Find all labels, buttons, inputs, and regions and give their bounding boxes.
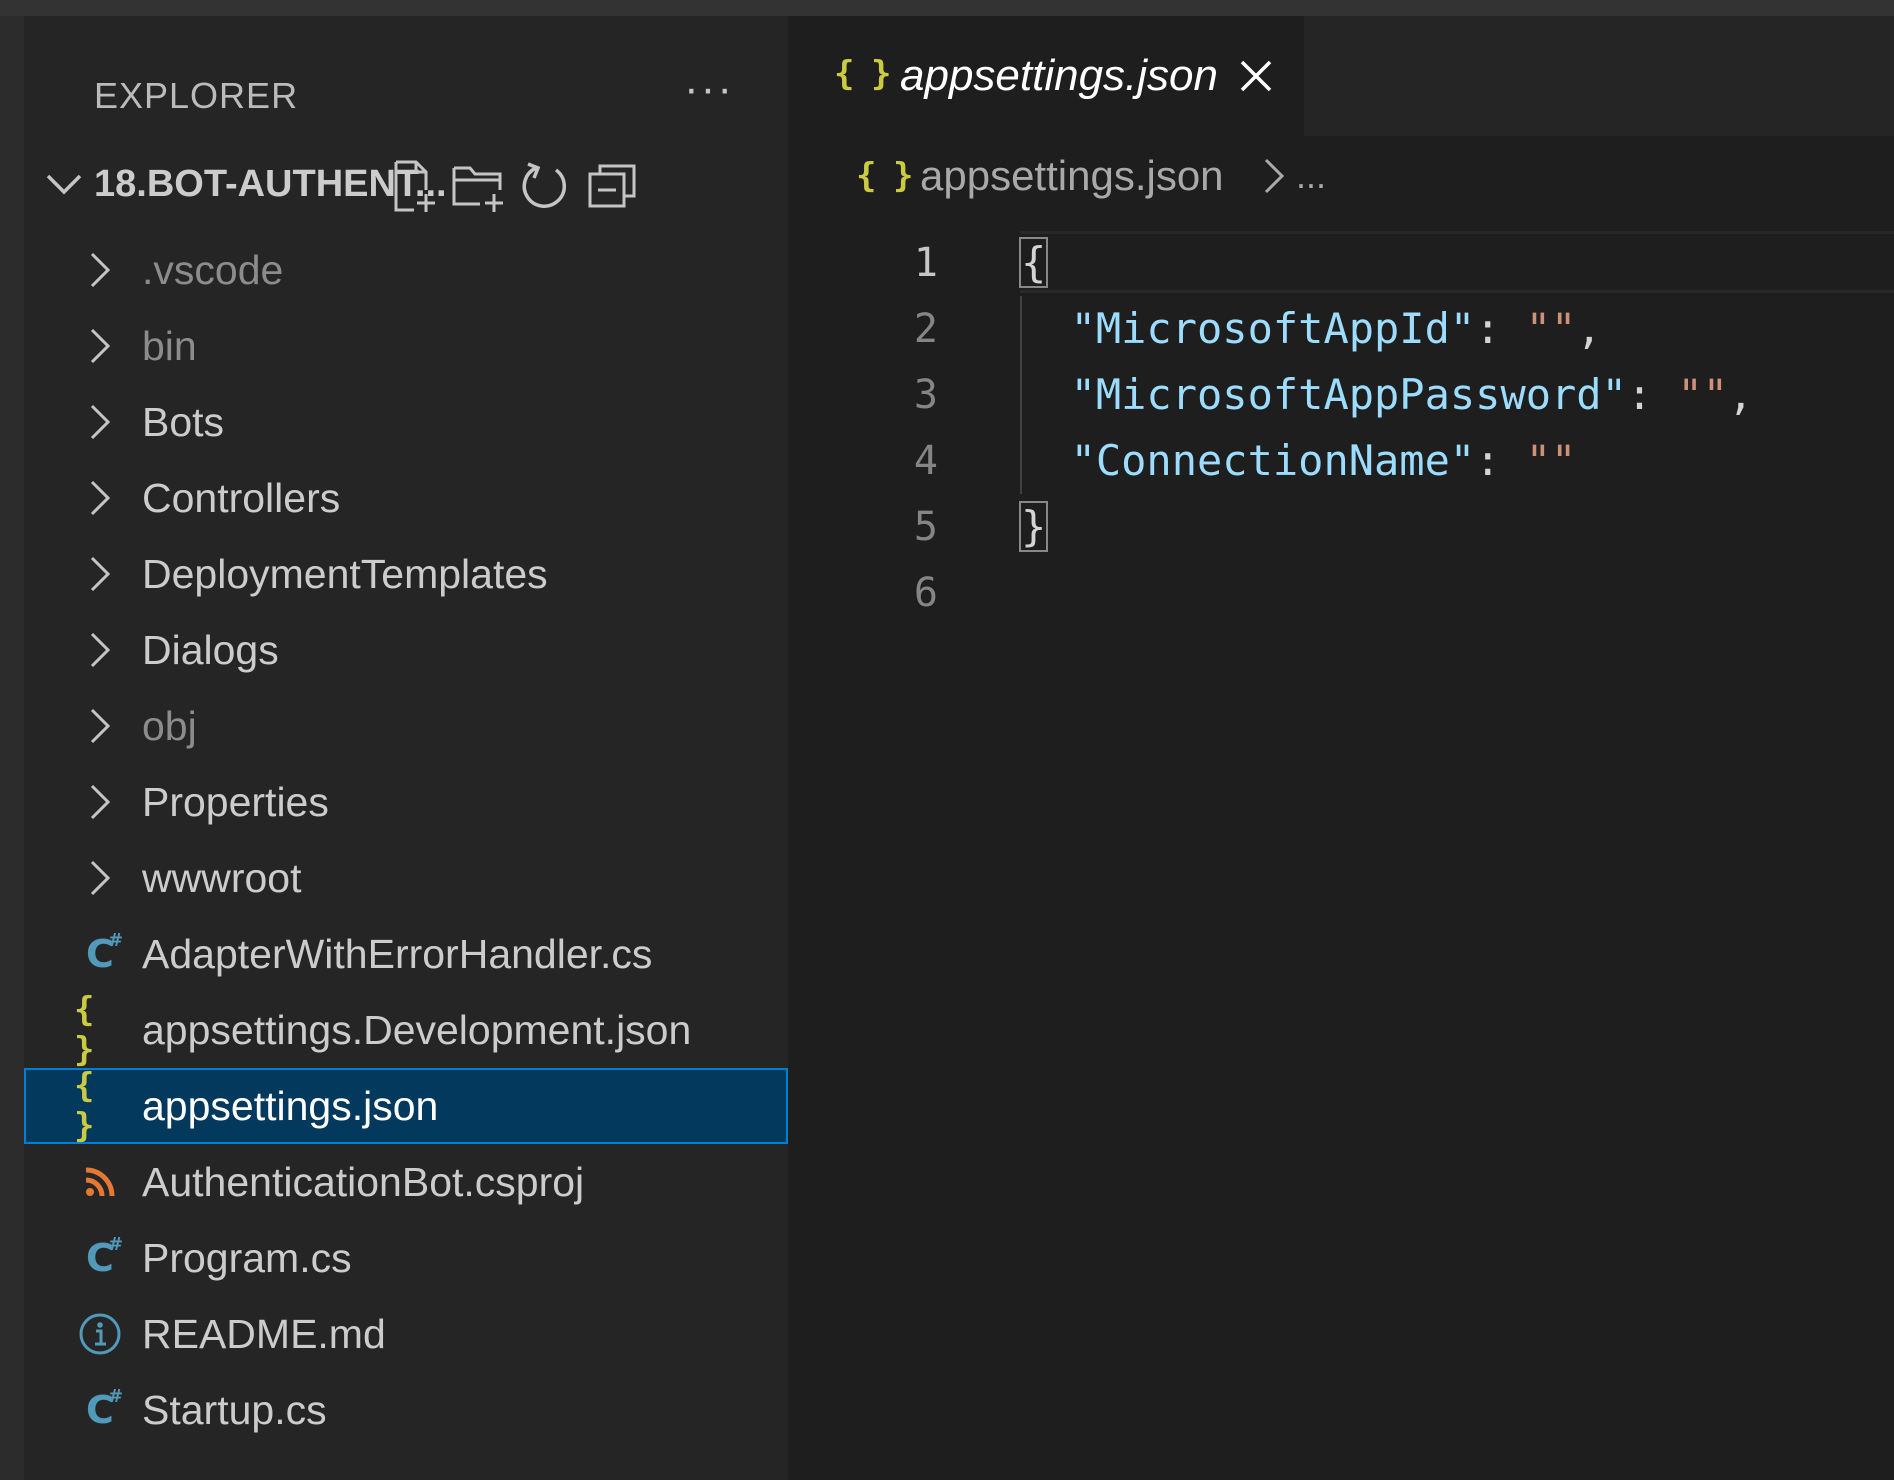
- chevron-down-icon: [46, 174, 82, 195]
- tree-item-label: appsettings.Development.json: [142, 1007, 692, 1053]
- open-brace: {: [1018, 237, 1049, 288]
- folder-vscode[interactable]: .vscode: [24, 232, 788, 308]
- tab-title: appsettings.json: [900, 51, 1218, 100]
- chevron-right-icon: [90, 328, 111, 364]
- close-brace: }: [1018, 501, 1049, 552]
- editor-area: { } appsettings.json { } appsettings.jso…: [788, 16, 1894, 1480]
- json-value: "": [1525, 436, 1577, 485]
- json-colon: :: [1475, 436, 1526, 485]
- tree-item-label: DeploymentTemplates: [142, 551, 548, 597]
- tree-item-label: Dialogs: [142, 627, 279, 673]
- json-file-icon: { }: [74, 990, 94, 1070]
- file-tree: .vscode bin Bots Controllers DeploymentT…: [24, 232, 788, 1448]
- folder-obj[interactable]: obj: [24, 688, 788, 764]
- file-program-cs[interactable]: C # Program.cs: [24, 1220, 788, 1296]
- csharp-file-icon: C #: [86, 1234, 124, 1280]
- json-comma: ,: [1728, 370, 1754, 419]
- chevron-right-icon: [90, 784, 111, 820]
- file-appsettings[interactable]: { } appsettings.json: [24, 1066, 788, 1146]
- tree-item-label: Properties: [142, 779, 329, 825]
- json-comma: ,: [1576, 304, 1602, 353]
- line-number-gutter: 1 2 3 4 5 6: [788, 230, 938, 626]
- tree-item-label: wwwroot: [142, 855, 302, 901]
- tree-item-label: AuthenticationBot.csproj: [142, 1159, 585, 1205]
- collapse-all-icon[interactable]: [582, 156, 642, 216]
- breadcrumb-file[interactable]: appsettings.json: [920, 136, 1224, 216]
- chevron-right-icon: [90, 632, 111, 668]
- json-key: "ConnectionName": [1070, 436, 1476, 485]
- folder-controllers[interactable]: Controllers: [24, 460, 788, 536]
- code-line: "MicrosoftAppId": "",: [1020, 296, 1753, 362]
- chevron-right-icon: [90, 556, 111, 592]
- line-number: 4: [913, 438, 938, 484]
- json-key: "MicrosoftAppId": [1070, 304, 1476, 353]
- chevron-right-icon: [90, 252, 111, 288]
- chevron-right-icon: [90, 860, 111, 896]
- folder-wwwroot[interactable]: wwwroot: [24, 840, 788, 916]
- json-colon: :: [1475, 304, 1526, 353]
- chevron-right-icon: [90, 404, 111, 440]
- json-file-icon: { }: [834, 54, 891, 94]
- json-key: "MicrosoftAppPassword": [1070, 370, 1627, 419]
- code-line: "MicrosoftAppPassword": "",: [1020, 362, 1754, 428]
- window-top-bar: [0, 0, 1894, 16]
- file-appsettings-development[interactable]: { } appsettings.Development.json: [24, 990, 788, 1070]
- file-adapterwitherrorhandler[interactable]: C # AdapterWithErrorHandler.cs: [24, 916, 788, 992]
- chevron-right-icon: [90, 480, 111, 516]
- folder-properties[interactable]: Properties: [24, 764, 788, 840]
- tab-appsettings-json[interactable]: { } appsettings.json: [788, 16, 1304, 136]
- folder-deploymenttemplates[interactable]: DeploymentTemplates: [24, 536, 788, 612]
- line-number: 5: [913, 504, 938, 550]
- line-number: 2: [913, 306, 938, 352]
- line-number: 1: [913, 240, 938, 286]
- explorer-sidebar: EXPLORER ··· 18.BOT-AUTHENT... .vscode b…: [24, 16, 788, 1480]
- tree-item-label: Bots: [142, 399, 225, 445]
- line-number: 3: [913, 372, 938, 418]
- rss-file-icon: [74, 1156, 126, 1208]
- tree-item-label: .vscode: [142, 247, 284, 293]
- line-number: 6: [913, 570, 938, 616]
- file-authenticationbot-csproj[interactable]: AuthenticationBot.csproj: [24, 1144, 788, 1220]
- json-colon: :: [1626, 370, 1678, 419]
- csharp-file-icon: C #: [86, 930, 124, 976]
- chevron-right-icon: [1264, 158, 1285, 194]
- code-line: "ConnectionName": "": [1020, 428, 1753, 494]
- folder-dialogs[interactable]: Dialogs: [24, 612, 788, 688]
- breadcrumb-more[interactable]: ...: [1296, 136, 1326, 216]
- editor-tab-bar: { } appsettings.json: [788, 16, 1894, 136]
- explorer-title: EXPLORER: [94, 75, 299, 116]
- tree-item-label: Controllers: [142, 475, 341, 521]
- folder-bin[interactable]: bin: [24, 308, 788, 384]
- breadcrumb: { } appsettings.json ...: [788, 136, 1894, 216]
- tree-item-label: Startup.cs: [142, 1387, 327, 1433]
- new-file-icon[interactable]: [382, 156, 442, 216]
- tree-item-label: Program.cs: [142, 1235, 352, 1281]
- json-value: "": [1525, 304, 1577, 353]
- json-file-icon: { }: [856, 156, 913, 196]
- refresh-icon[interactable]: [514, 156, 574, 216]
- tree-item-label: appsettings.json: [142, 1083, 439, 1129]
- new-folder-icon[interactable]: [448, 156, 508, 216]
- more-actions-button[interactable]: ···: [679, 56, 739, 136]
- workspace-root-folder[interactable]: 18.BOT-AUTHENT...: [24, 136, 788, 232]
- code-line: {: [1018, 230, 1753, 296]
- tree-item-label: bin: [142, 323, 197, 369]
- activity-bar-edge: [0, 16, 24, 1480]
- tree-item-label: obj: [142, 703, 197, 749]
- code-editor[interactable]: 1 2 3 4 5 6 { "MicrosoftAppId": "", "Mic…: [788, 216, 1894, 1480]
- code-lines: { "MicrosoftAppId": "", "MicrosoftAppPas…: [1018, 230, 1754, 626]
- code-line: }: [1018, 494, 1753, 560]
- chevron-right-icon: [90, 708, 111, 744]
- tree-item-label: AdapterWithErrorHandler.cs: [142, 931, 653, 977]
- close-icon[interactable]: [1236, 56, 1276, 96]
- info-file-icon: [74, 1308, 126, 1360]
- json-file-icon: { }: [74, 1066, 94, 1146]
- file-readme-md[interactable]: README.md: [24, 1296, 788, 1372]
- csharp-file-icon: C #: [86, 1386, 124, 1432]
- json-value: "": [1677, 370, 1729, 419]
- folder-bots[interactable]: Bots: [24, 384, 788, 460]
- tree-item-label: README.md: [142, 1311, 386, 1357]
- file-startup-cs[interactable]: C # Startup.cs: [24, 1372, 788, 1448]
